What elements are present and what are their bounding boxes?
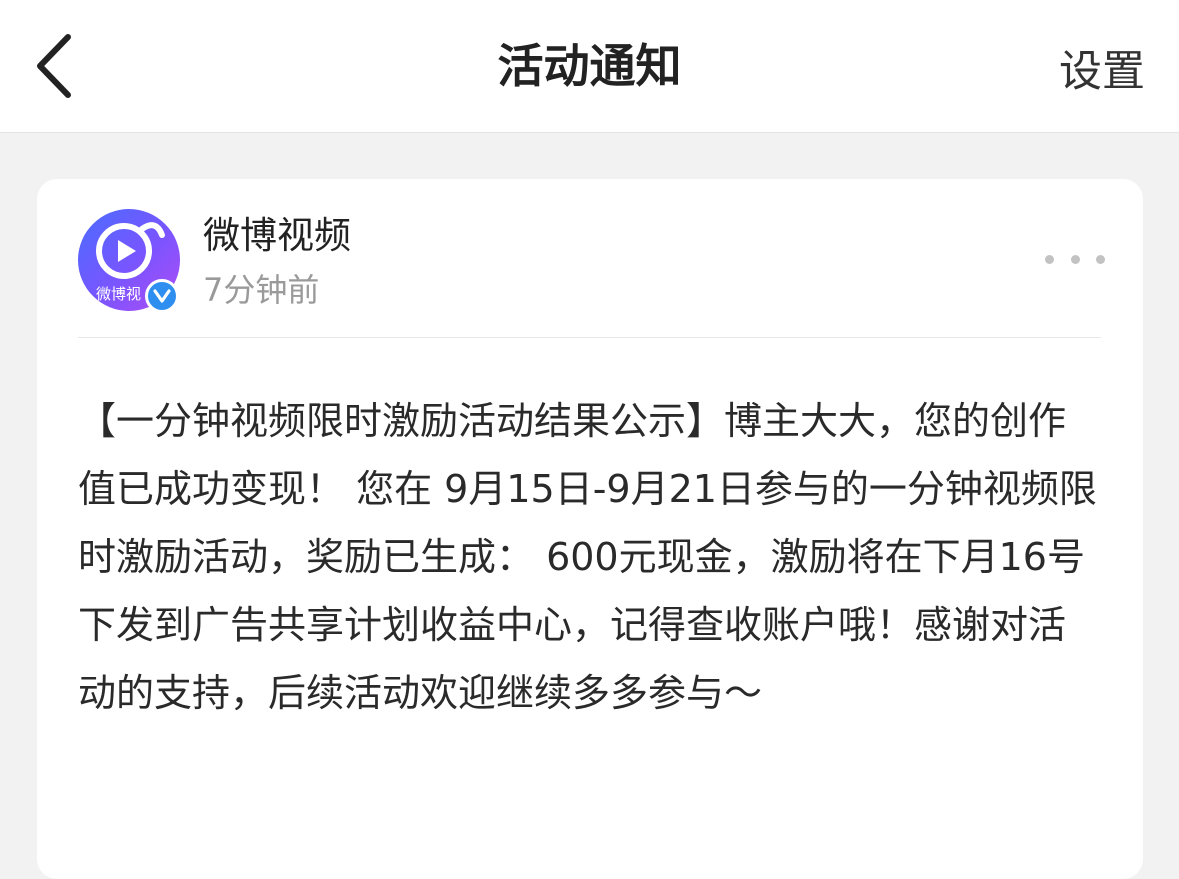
verified-badge-icon: [145, 279, 179, 313]
notification-card: 微博视 微博视频 7分钟前 【一分钟视频限时激励活动结果公示】博主大大，您的创作…: [37, 179, 1143, 879]
more-dot-icon: [1070, 254, 1080, 264]
notification-message: 【一分钟视频限时激励活动结果公示】博主大大，您的创作值已成功变现！ 您在 9月1…: [78, 399, 1097, 715]
timestamp: 7分钟前: [203, 271, 320, 309]
page-title: 活动通知: [497, 39, 682, 93]
divider: [78, 337, 1101, 338]
more-options-button[interactable]: [1045, 249, 1105, 269]
sender-name[interactable]: 微博视频: [203, 213, 351, 259]
more-dot-icon: [1045, 254, 1054, 264]
avatar-logo-text: 微博视: [96, 285, 142, 303]
navigation-bar: 活动通知 设置: [0, 0, 1179, 133]
settings-button[interactable]: 设置: [1059, 42, 1145, 102]
more-dot-icon: [1096, 254, 1105, 264]
